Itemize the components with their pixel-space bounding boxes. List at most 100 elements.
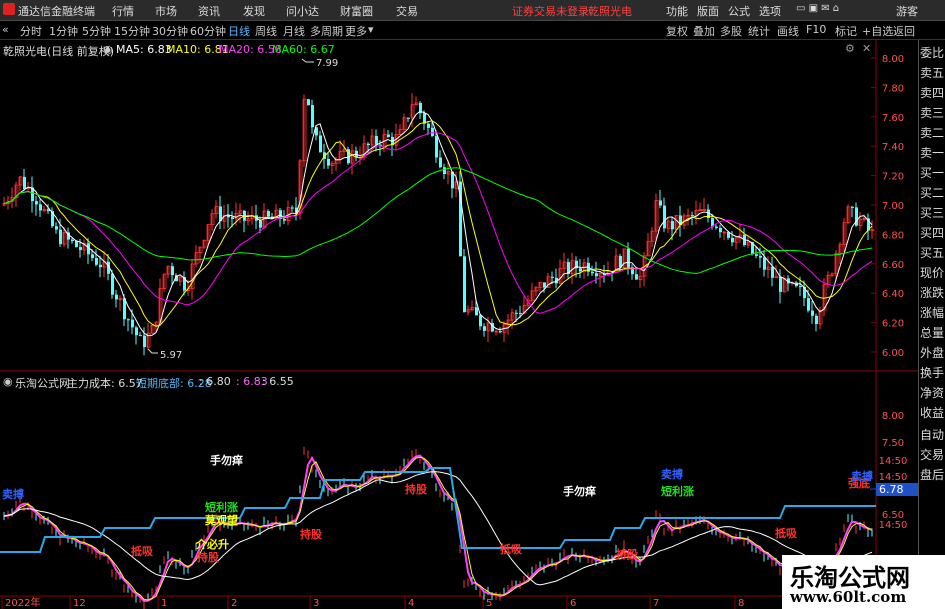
price-axis-label: 6.00 [882, 348, 904, 359]
menu-function[interactable]: 功能 [666, 3, 688, 19]
candle-body [35, 201, 38, 205]
price-axis-label: 7.60 [882, 113, 904, 124]
period-15min[interactable]: 15分钟 [114, 23, 150, 39]
menu-news[interactable]: 资讯 [198, 3, 220, 19]
date-axis-label: 6 [570, 598, 576, 609]
price-axis-label: 7.40 [882, 142, 904, 153]
sidebar-item[interactable]: 涨跌 [920, 284, 945, 302]
panel-close-icon[interactable]: ✕ [862, 42, 871, 55]
candle-body [479, 315, 482, 327]
panel-settings-icon[interactable]: ⚙ [845, 42, 855, 55]
menu-quotes[interactable]: 行情 [112, 3, 134, 19]
price-axis-label: 6.40 [882, 289, 904, 300]
candle-body [499, 331, 502, 333]
candle-body [519, 312, 522, 314]
sidebar-item[interactable]: 卖五 [920, 64, 945, 82]
btn-mark[interactable]: 标记 [835, 23, 857, 39]
btn-add-favorite[interactable]: +自选 [862, 23, 893, 39]
signal-label: 持股 [405, 482, 428, 496]
sidebar-item[interactable]: 卖四 [920, 84, 945, 102]
more-dropdown-icon[interactable]: ▾ [368, 23, 374, 36]
menu-formula[interactable]: 公式 [728, 3, 750, 19]
candle-body [367, 143, 370, 145]
signal-label: 抵吸 [500, 542, 523, 556]
toolbar-collapse-icon[interactable]: « [2, 23, 9, 36]
period-1min[interactable]: 1分钟 [49, 23, 78, 39]
top-stock-name: 乾照光电 [588, 5, 632, 18]
sidebar-item[interactable]: 换手 [920, 364, 945, 382]
sidebar-item[interactable]: 买四 [920, 224, 945, 242]
sub-axis-label: 14:50 [879, 520, 908, 531]
signal-label: 卖搏 [851, 469, 873, 483]
btn-draw[interactable]: 画线 [777, 23, 799, 39]
menu-trade[interactable]: 交易 [396, 3, 418, 19]
sidebar-item[interactable]: 买一 [920, 164, 945, 182]
sidebar-item[interactable]: 卖二 [920, 124, 945, 142]
sidebar-item[interactable]: 涨幅 [920, 304, 945, 322]
sub-panel-toggle-icon[interactable]: ◉ [3, 375, 13, 388]
sidebar-item[interactable]: 交易 [920, 446, 945, 464]
btn-f10[interactable]: F10 [806, 23, 826, 36]
btn-back[interactable]: 返回 [893, 23, 915, 39]
candle-body [387, 134, 390, 137]
candle-body [579, 268, 582, 272]
window-icons[interactable]: ▭ ▣ ✉ ⌂ [796, 3, 839, 14]
price-axis-label: 7.80 [882, 83, 904, 94]
menu-options[interactable]: 选项 [759, 3, 781, 19]
menu-layout[interactable]: 版面 [697, 3, 719, 19]
sidebar-item[interactable]: 买三 [920, 204, 945, 222]
menu-discover[interactable]: 发现 [243, 3, 265, 19]
sidebar-item[interactable]: 盘后 [920, 466, 945, 484]
period-multi[interactable]: 多周期 [310, 23, 343, 39]
period-month[interactable]: 月线 [283, 23, 305, 39]
candle-body [463, 256, 466, 313]
sidebar-item[interactable]: 买二 [920, 184, 945, 202]
signal-label: 卖搏 [661, 467, 683, 481]
sidebar-item[interactable]: 外盘 [920, 344, 945, 362]
watermark-url: www.60lt.com [790, 588, 907, 606]
sidebar-item[interactable]: 卖三 [920, 104, 945, 122]
main-panel-toggle-icon[interactable]: ◉ [103, 43, 113, 56]
btn-adjust[interactable]: 复权 [666, 23, 688, 39]
menu-wealth[interactable]: 财富圈 [340, 3, 373, 19]
menu-market[interactable]: 市场 [155, 3, 177, 19]
sub-title: 乐淘公式网 [15, 377, 70, 390]
candle-body [551, 276, 554, 278]
candle-body [283, 219, 286, 221]
sidebar-item[interactable]: 现价 [920, 264, 945, 282]
sidebar-item[interactable]: 卖一 [920, 144, 945, 162]
sidebar-item[interactable]: 总量 [920, 324, 945, 342]
top-menu-bar: 通达信金融终端 行情 市场 资讯 发现 问小达 财富圈 交易 证券交易未登录 乾… [0, 0, 945, 21]
signal-label: 介必升 [195, 537, 229, 551]
sub-axis-label: 14:50 [879, 456, 908, 467]
signal-label: 莫观望 [204, 513, 238, 527]
login-status[interactable]: 证券交易未登录 [512, 3, 589, 19]
sidebar-item[interactable]: 收益 [920, 404, 945, 422]
period-30min[interactable]: 30分钟 [152, 23, 188, 39]
btn-multi-stock[interactable]: 多股 [720, 23, 742, 39]
ma60-value: MA60: 6.67 [272, 43, 335, 56]
kline-chart[interactable]: 卖搏手勿痒短利涨莫观望介必升抵吸 持股持股持股抵吸手勿痒卖搏短利涨抵吸持股强底卖搏… [0, 40, 918, 609]
period-week[interactable]: 周线 [255, 23, 277, 39]
candle-body [715, 226, 718, 228]
period-day[interactable]: 日线 [228, 23, 250, 39]
period-5min[interactable]: 5分钟 [82, 23, 111, 39]
period-60min[interactable]: 60分钟 [190, 23, 226, 39]
candle-body [407, 117, 410, 119]
period-more[interactable]: 更多 [345, 23, 367, 39]
sidebar-item[interactable]: 净资 [920, 384, 945, 402]
period-minute[interactable]: 分时 [20, 23, 42, 39]
candle-body [311, 105, 314, 128]
candle-body [231, 217, 234, 219]
menu-ask[interactable]: 问小达 [286, 3, 319, 19]
sidebar-item[interactable]: 委比 [920, 44, 945, 62]
date-axis-label: 2 [231, 598, 237, 609]
sidebar-item[interactable]: 自动 [920, 426, 945, 444]
guest-label[interactable]: 游客 [896, 3, 918, 19]
candle-body [131, 319, 134, 328]
sidebar-item[interactable]: 买五 [920, 244, 945, 262]
btn-stats[interactable]: 统计 [748, 23, 770, 39]
sub-value-1: : 6.80 [199, 375, 231, 388]
sub-value-3: : 6.55 [262, 375, 294, 388]
btn-overlay[interactable]: 叠加 [693, 23, 715, 39]
